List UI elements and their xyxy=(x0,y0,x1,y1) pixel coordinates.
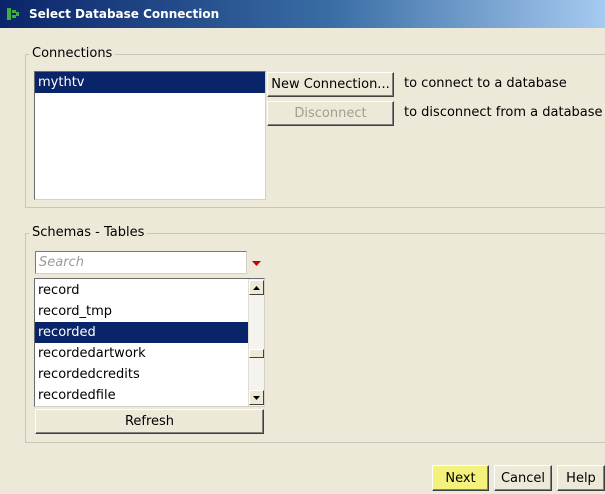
search-dropdown-icon[interactable] xyxy=(250,257,263,270)
database-app-icon xyxy=(6,7,20,21)
scroll-down-button[interactable] xyxy=(249,390,264,405)
connection-item-mythtv[interactable]: mythtv xyxy=(35,72,265,93)
table-item[interactable]: record_tmp xyxy=(35,301,264,322)
table-item[interactable]: recordedcredits xyxy=(35,364,264,385)
arrow-down-icon xyxy=(253,395,260,400)
table-item[interactable]: recordedfile xyxy=(35,385,264,406)
schemas-tables-group-label: Schemas - Tables xyxy=(29,225,148,240)
search-input[interactable] xyxy=(35,251,247,274)
connections-list[interactable]: mythtv xyxy=(34,71,266,200)
refresh-button[interactable]: Refresh xyxy=(35,409,264,434)
table-item[interactable]: record xyxy=(35,280,264,301)
table-item-selected[interactable]: recorded xyxy=(35,322,264,343)
table-item[interactable]: recordedartwork xyxy=(35,343,264,364)
tables-scrollbar[interactable] xyxy=(248,279,264,406)
next-button[interactable]: Next xyxy=(432,465,489,491)
arrow-up-icon xyxy=(253,285,260,290)
scroll-thumb[interactable] xyxy=(249,349,264,358)
title-bar[interactable]: Select Database Connection xyxy=(0,0,605,28)
disconnect-button[interactable]: Disconnect xyxy=(267,101,394,126)
disconnect-hint: to disconnect from a database xyxy=(404,105,603,120)
cancel-button[interactable]: Cancel xyxy=(494,465,552,491)
window-title: Select Database Connection xyxy=(29,7,220,21)
connections-group-label: Connections xyxy=(29,46,116,61)
help-button[interactable]: Help xyxy=(557,465,605,491)
new-connection-hint: to connect to a database xyxy=(404,76,567,91)
tables-list[interactable]: record record_tmp recorded recordedartwo… xyxy=(34,278,265,407)
scroll-up-button[interactable] xyxy=(249,280,264,295)
new-connection-button[interactable]: New Connection... xyxy=(267,72,394,97)
